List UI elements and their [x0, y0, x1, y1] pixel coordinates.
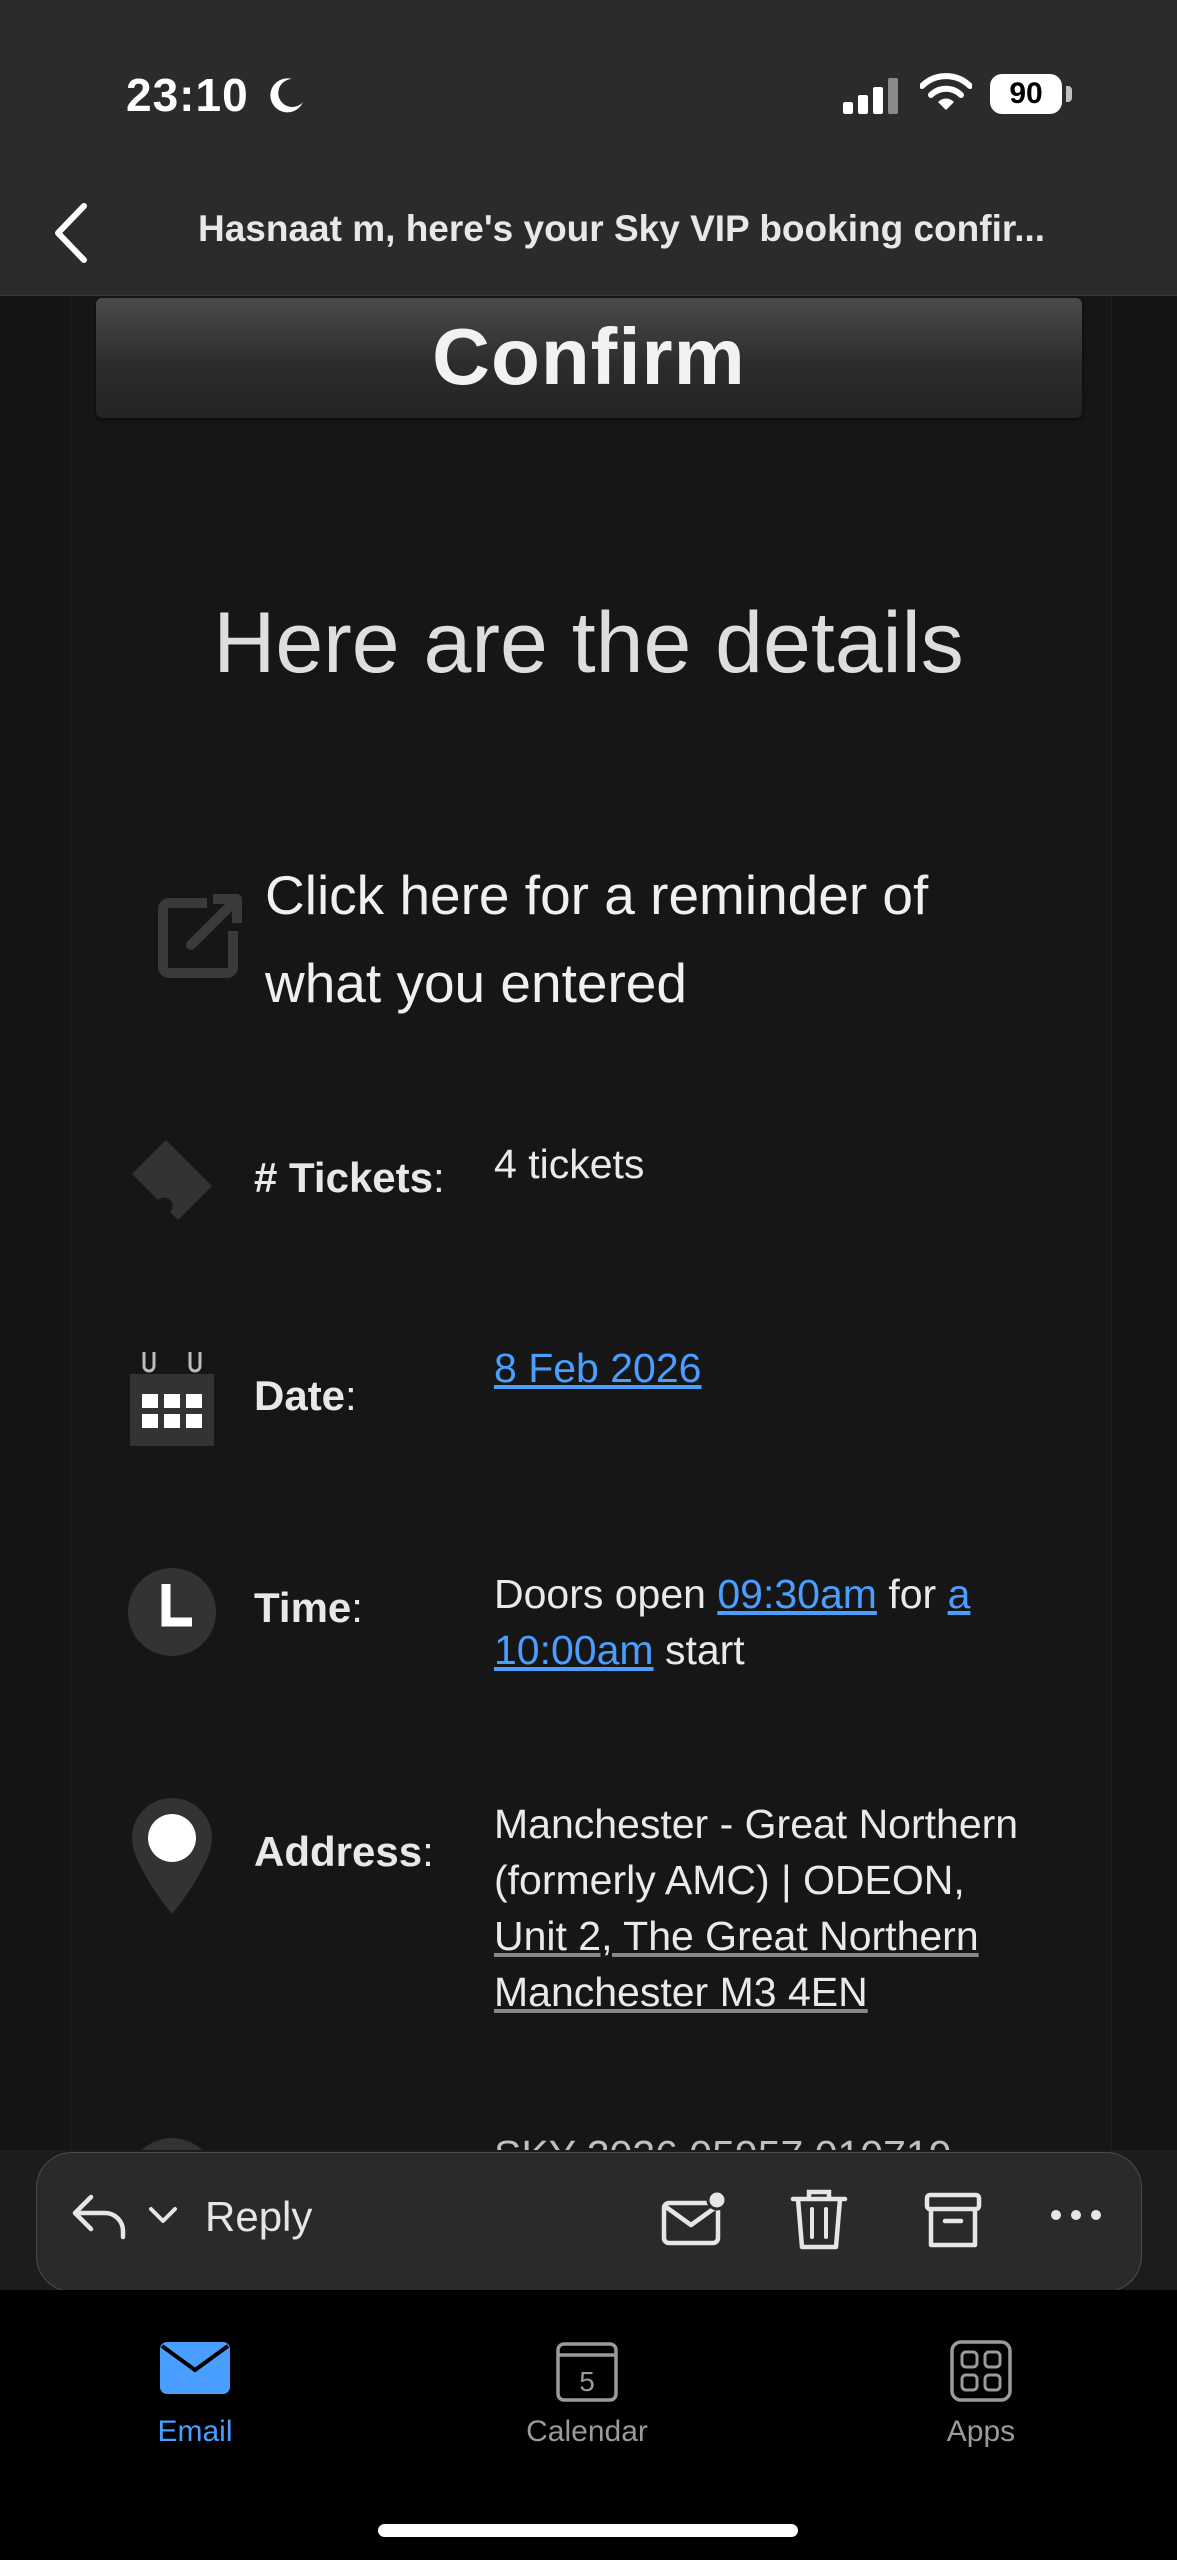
- mark-unread-icon[interactable]: [659, 2185, 729, 2255]
- battery-tip: [1066, 86, 1072, 102]
- address-label: Address:: [254, 1828, 434, 1875]
- time-value: Doors open 09:30am for a 10:00am start: [494, 1571, 971, 1673]
- tickets-label: # Tickets:: [254, 1154, 445, 1201]
- tab-apps-label: Apps: [946, 2415, 1016, 2448]
- email-subject: Hasnaat m, here's your Sky VIP booking c…: [198, 208, 1046, 249]
- tab-bar: Email 5 Calendar Apps: [0, 2290, 1177, 2560]
- calendar-icon: [130, 1352, 214, 1446]
- confirm-banner: Confirm: [96, 298, 1082, 418]
- email-body[interactable]: Confirm Here are the details Click here …: [0, 296, 1177, 2150]
- tab-email-label: Email: [157, 2415, 233, 2448]
- ticket-icon: [132, 1140, 212, 1220]
- clock-icon: [128, 1568, 216, 1656]
- svg-text:5: 5: [579, 2366, 595, 2397]
- calendar-tab-icon: 5: [556, 2342, 618, 2402]
- booking-reference: SKY 2026 05957 010719: [494, 2132, 952, 2150]
- start-a-link[interactable]: a: [948, 1571, 971, 1617]
- wifi-icon: [920, 73, 972, 110]
- date-value: 8 Feb 2026: [494, 1340, 1094, 1396]
- back-chevron-icon[interactable]: [48, 198, 98, 268]
- more-options-icon[interactable]: [1049, 2205, 1103, 2225]
- tab-apps[interactable]: Apps: [861, 2338, 1101, 2449]
- home-indicator[interactable]: [378, 2524, 798, 2537]
- confirm-banner-text: Confirm: [432, 312, 746, 401]
- tab-calendar[interactable]: 5 Calendar: [467, 2338, 707, 2449]
- tab-email[interactable]: Email: [75, 2338, 315, 2449]
- map-pin-icon: [132, 1798, 212, 1914]
- reference-icon: [141, 2138, 203, 2150]
- trash-icon[interactable]: [789, 2185, 849, 2255]
- reply-button[interactable]: Reply: [205, 2193, 312, 2241]
- tab-calendar-label: Calendar: [526, 2415, 648, 2448]
- apps-grid-icon: [950, 2340, 1012, 2402]
- reminder-link[interactable]: Click here for a reminder of what you en…: [265, 851, 1025, 1027]
- address-line-1[interactable]: Unit 2, The Great Northern: [494, 1913, 979, 1959]
- do-not-disturb-icon: [270, 78, 303, 113]
- date-label: Date:: [254, 1372, 357, 1419]
- chevron-down-icon[interactable]: [147, 2205, 179, 2227]
- email-action-toolbar: Reply: [36, 2152, 1142, 2292]
- date-link[interactable]: 8 Feb 2026: [494, 1345, 701, 1391]
- address-value: Manchester - Great Northern (formerly AM…: [494, 1801, 1019, 2015]
- doors-time-link[interactable]: 09:30am: [717, 1571, 877, 1617]
- status-bar: 23:10 90: [0, 0, 1177, 180]
- tickets-value: 4 tickets: [494, 1141, 645, 1187]
- address-line-2[interactable]: Manchester M3 4EN: [494, 1969, 868, 2015]
- details-heading: Here are the details: [213, 595, 964, 691]
- external-link-icon[interactable]: [155, 891, 245, 981]
- time-label: Time:: [254, 1584, 363, 1631]
- email-icon: [160, 2342, 230, 2394]
- clock: 23:10: [126, 69, 249, 121]
- battery-indicator: 90: [990, 74, 1062, 114]
- start-time-link[interactable]: 10:00am: [494, 1627, 654, 1673]
- cellular-signal-icon: [843, 78, 898, 114]
- reply-icon[interactable]: [69, 2191, 129, 2241]
- archive-icon[interactable]: [923, 2185, 983, 2255]
